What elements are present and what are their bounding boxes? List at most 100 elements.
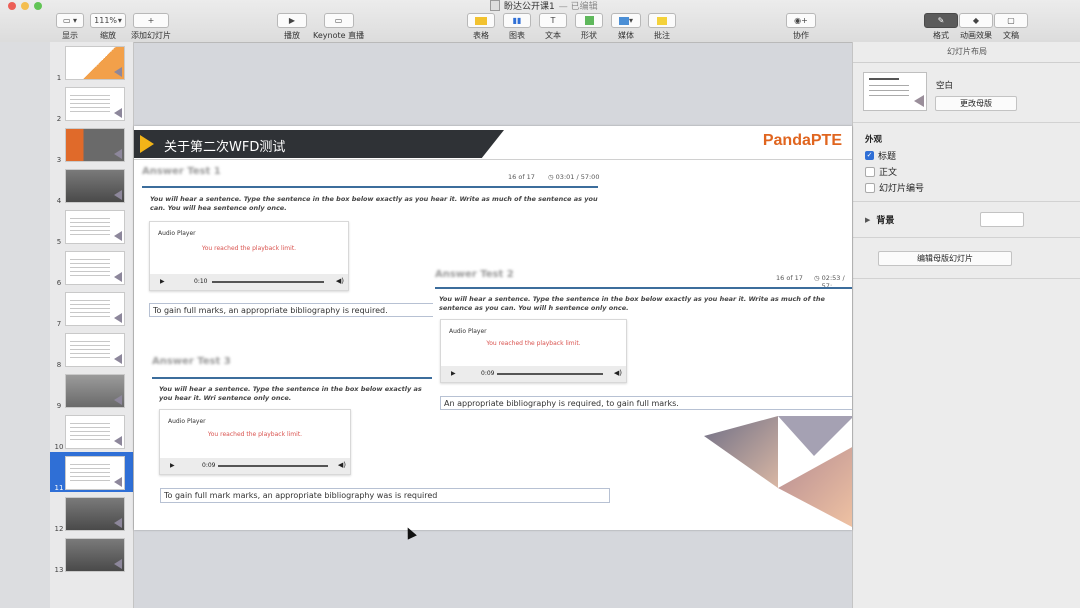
collaborate-button[interactable]: ◉+ 协作: [786, 13, 816, 41]
slide-navigator[interactable]: 1 2 3 4 5 6 7 8 9 10 11 12 13: [50, 42, 134, 608]
slide-thumbnail[interactable]: [65, 210, 125, 244]
question-counter: 16 of 17: [776, 274, 803, 282]
text-button[interactable]: T 文本: [539, 13, 567, 41]
thumbnail-accent: [114, 272, 122, 282]
media-icon: ▾: [611, 13, 641, 28]
audio-player-title: Audio Player: [449, 328, 487, 335]
slide-thumbnail[interactable]: [65, 538, 125, 572]
format-button[interactable]: ✎ 格式: [924, 13, 958, 41]
thumbnail-content: [70, 297, 110, 317]
answer-title: Answer Test 1: [142, 166, 221, 177]
play-icon[interactable]: ▶: [170, 462, 175, 469]
view-button[interactable]: ▭ ▾ 显示: [56, 13, 84, 41]
slide-number: 3: [56, 156, 62, 164]
slide-number: 5: [56, 238, 62, 246]
change-master-button[interactable]: 更改母版: [935, 96, 1017, 111]
title-option[interactable]: ✓ 标题: [865, 149, 896, 162]
zoom-select[interactable]: 111% ▾: [90, 13, 126, 28]
play-icon[interactable]: ▶: [451, 370, 456, 377]
slide-thumbnail[interactable]: [63, 454, 127, 492]
audio-controls[interactable]: ▶ 0:10 ◀): [150, 274, 348, 290]
instruction-text: You will hear a sentence. Type the sente…: [150, 195, 598, 212]
thumbnail-content: [70, 92, 110, 112]
background-section[interactable]: ▶ 背景: [865, 213, 894, 227]
slide-thumbnail[interactable]: [65, 292, 125, 326]
playback-limit-message: You reached the playback limit.: [201, 245, 297, 252]
audio-controls[interactable]: ▶ 0:09 ◀): [441, 366, 626, 382]
clock-icon: ◷: [548, 173, 554, 181]
audio-controls[interactable]: ▶ 0:09 ◀): [160, 458, 350, 474]
shape-button[interactable]: 形状: [575, 13, 603, 41]
answer-input[interactable]: To gain full mark marks, an appropriate …: [160, 488, 610, 503]
play-button[interactable]: ▶ 播放: [277, 13, 307, 41]
slide-number-checkbox[interactable]: [865, 182, 875, 193]
slide-thumbnail[interactable]: [65, 251, 125, 285]
document-button[interactable]: ▢ 文稿: [994, 13, 1028, 41]
slide-number: 13: [54, 566, 64, 574]
divider: [853, 278, 1080, 279]
slide-thumbnail[interactable]: [65, 415, 125, 449]
decorative-triangles: [704, 416, 852, 527]
volume-icon[interactable]: ◀): [338, 461, 346, 469]
zoom-window-button[interactable]: [34, 2, 42, 10]
edit-master-slide-button[interactable]: 编辑母版幻灯片: [878, 251, 1012, 266]
audio-player-title: Audio Player: [158, 230, 196, 237]
thumbnail-accent: [114, 395, 122, 405]
slide-thumbnail[interactable]: [65, 87, 125, 121]
slide-canvas[interactable]: 关于第二次WFD测试 PandaPTE Answer Test 1 16 of …: [134, 126, 852, 530]
slide-number: 1: [56, 74, 62, 82]
appearance-heading: 外观: [865, 135, 883, 145]
slide-number: 7: [56, 320, 62, 328]
play-icon[interactable]: ▶: [160, 278, 165, 285]
answer-input[interactable]: To gain full marks, an appropriate bibli…: [149, 303, 434, 317]
audio-player: Audio Player You reached the playback li…: [149, 221, 349, 291]
pandapte-logo: PandaPTE: [762, 132, 842, 149]
slide-number-option[interactable]: 幻灯片编号: [865, 181, 924, 194]
title-checkbox[interactable]: ✓: [865, 151, 874, 160]
slide-thumbnail[interactable]: [65, 333, 125, 367]
disclosure-triangle-icon[interactable]: ▶: [865, 216, 870, 224]
volume-icon[interactable]: ◀): [614, 369, 622, 377]
divider: [853, 122, 1080, 123]
slide-thumbnail[interactable]: [65, 169, 125, 203]
section-rule: [142, 186, 598, 188]
minimize-window-button[interactable]: [21, 2, 29, 10]
animate-button[interactable]: ◆ 动画效果: [959, 13, 993, 41]
progress-track[interactable]: [218, 465, 328, 467]
slide-thumbnail[interactable]: [65, 374, 125, 408]
shape-icon: [575, 13, 603, 28]
answer-input[interactable]: An appropriate bibliography is required,…: [440, 396, 852, 410]
divider: [853, 237, 1080, 238]
slide-thumbnail[interactable]: [65, 46, 125, 80]
volume-icon[interactable]: ◀): [336, 277, 344, 285]
keynote-live-button[interactable]: ▭ Keynote 直播: [313, 13, 364, 41]
slide-number: 4: [56, 197, 62, 205]
slide-title: 关于第二次WFD测试: [164, 140, 286, 155]
format-inspector: 幻灯片布局 空白 更改母版 外观 ✓ 标题 正文 幻灯片编号 ▶ 背景 编辑母版…: [852, 42, 1080, 608]
thumbnail-accent: [114, 436, 122, 446]
playback-limit-message: You reached the playback limit.: [207, 431, 303, 438]
thumbnail-accent: [114, 149, 122, 159]
close-window-button[interactable]: [8, 2, 16, 10]
slide-thumbnail[interactable]: [65, 128, 125, 162]
window-controls: [8, 2, 42, 10]
body-checkbox[interactable]: [865, 166, 875, 177]
media-button[interactable]: ▾ 媒体: [611, 13, 641, 41]
window-title: 盼达公开课1 — 已编辑: [490, 0, 598, 12]
add-slide-button[interactable]: + 添加幻灯片: [131, 13, 171, 41]
body-option[interactable]: 正文: [865, 165, 897, 178]
progress-track[interactable]: [212, 281, 324, 283]
question-counter: 16 of 17: [508, 173, 535, 181]
slide-number: 11: [54, 484, 64, 492]
table-button[interactable]: 表格: [467, 13, 495, 41]
comment-icon: [648, 13, 676, 28]
progress-track[interactable]: [497, 373, 603, 375]
playback-time: 0:09: [481, 370, 495, 377]
comment-button[interactable]: 批注: [648, 13, 676, 41]
master-thumbnail[interactable]: [863, 72, 927, 111]
background-color-well[interactable]: [980, 212, 1024, 227]
chart-button[interactable]: ▮▮ 图表: [503, 13, 531, 41]
zoom-button[interactable]: 111% ▾ 缩放: [90, 13, 126, 41]
play-icon: ▶: [277, 13, 307, 28]
slide-thumbnail[interactable]: [65, 497, 125, 531]
